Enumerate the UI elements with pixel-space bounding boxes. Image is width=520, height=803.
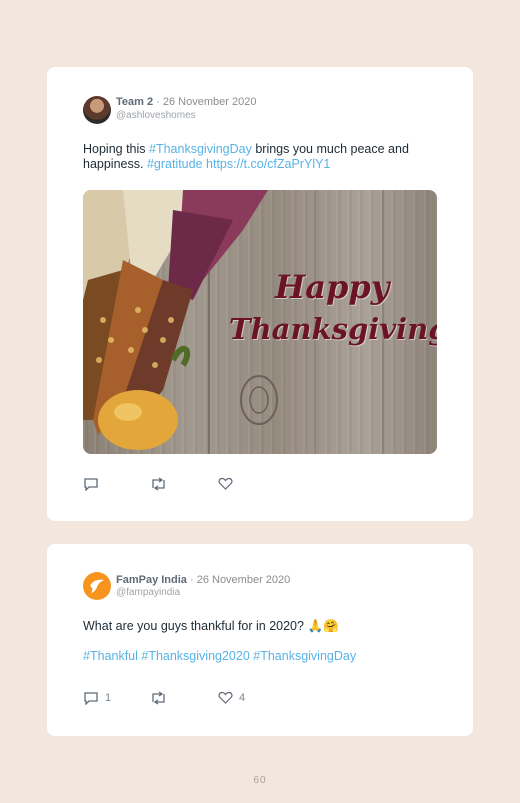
reply-button[interactable]	[83, 477, 99, 491]
tweet-date: · 26 November 2020	[189, 574, 291, 586]
page-number: 60	[253, 775, 267, 786]
retweet-icon	[152, 477, 165, 491]
hashtag-link[interactable]: #ThanksgivingDay	[149, 142, 252, 156]
retweet-button[interactable]	[150, 477, 167, 491]
author-name[interactable]: Team 2	[116, 96, 153, 108]
reply-count: 1	[105, 692, 112, 704]
url-link[interactable]: https://t.co/cfZaPrYlY1	[206, 157, 330, 171]
tweet-text: Hoping this #ThanksgivingDay brings you …	[83, 142, 443, 172]
fampay-logo-icon	[90, 579, 104, 593]
tweet-date: · 26 November 2020	[156, 96, 257, 108]
tweet-header: FamPay India · 26 November 2020	[116, 574, 290, 586]
author-handle[interactable]: @fampayindia	[116, 587, 180, 598]
like-button[interactable]	[218, 477, 233, 491]
author-handle[interactable]: @ashloveshomes	[116, 110, 196, 121]
retweet-icon	[152, 691, 165, 705]
tweet-text: What are you guys thankful for in 2020? …	[83, 619, 339, 633]
avatar[interactable]	[83, 96, 111, 124]
hashtag-link[interactable]: #gratitude	[147, 157, 203, 171]
tweet-image[interactable]: Happy Thanksgiving	[83, 190, 437, 454]
like-button[interactable]: 4	[218, 691, 245, 705]
like-count: 4	[239, 692, 246, 704]
tweet-card-team2: Team 2 · 26 November 2020 @ashloveshomes…	[47, 67, 473, 521]
reply-button[interactable]: 1	[83, 691, 111, 705]
tweet-text-part: Hoping this	[83, 142, 150, 156]
reply-icon	[84, 478, 98, 491]
tweet-header: Team 2 · 26 November 2020	[116, 96, 256, 108]
author-name[interactable]: FamPay India	[116, 574, 187, 586]
image-text-thanksgiving: Thanksgiving	[229, 312, 437, 346]
avatar[interactable]	[83, 572, 111, 600]
reply-icon	[84, 692, 98, 705]
heart-icon	[218, 691, 233, 704]
heart-icon	[218, 477, 233, 490]
hashtag-links[interactable]: #Thankful #Thanksgiving2020 #Thanksgivin…	[83, 649, 443, 664]
tweet-card-fampay: FamPay India · 26 November 2020 @fampayi…	[47, 544, 473, 736]
image-text-happy: Happy	[275, 268, 390, 306]
retweet-button[interactable]	[150, 691, 167, 705]
